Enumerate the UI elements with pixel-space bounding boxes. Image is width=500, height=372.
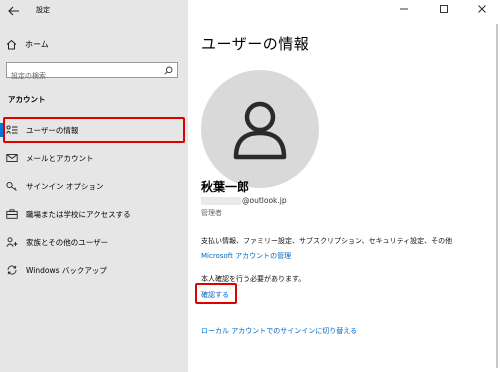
- sidebar-item-user-info[interactable]: ユーザーの情報: [0, 120, 182, 140]
- avatar: [201, 70, 319, 188]
- verify-prompt: 本人確認を行う必要があります。: [201, 275, 306, 283]
- person-add-icon: [6, 237, 18, 247]
- minimize-button[interactable]: [388, 0, 420, 18]
- verify-link[interactable]: 確認する: [201, 290, 229, 300]
- billing-info-text: 支払い情報、ファミリー設定、サブスクリプション、セキュリティ設定、その他: [201, 237, 453, 245]
- sidebar: 設定 ホーム アカウント ユーザーの情報 メールとアカウント: [0, 0, 188, 372]
- search-icon[interactable]: [164, 66, 173, 75]
- sidebar-item-backup[interactable]: Windows バックアップ: [6, 260, 182, 280]
- sidebar-item-label: サインイン オプション: [26, 181, 104, 191]
- sidebar-item-label: ユーザーの情報: [26, 125, 79, 135]
- user-name: 秋葉一郎: [201, 180, 250, 194]
- search-box: [6, 62, 178, 83]
- main-content: ユーザーの情報 秋葉一郎 @outlook.jp 管理者 支払い情報、ファミリー…: [188, 0, 500, 372]
- sidebar-item-label: メールとアカウント: [26, 153, 94, 163]
- key-icon: [6, 181, 17, 191]
- sidebar-item-family[interactable]: 家族とその他のユーザー: [6, 232, 182, 252]
- back-button[interactable]: [6, 3, 22, 17]
- maximize-icon: [440, 5, 448, 13]
- scrollbar[interactable]: [496, 24, 498, 368]
- email-domain: @outlook.jp: [242, 196, 287, 205]
- user-role: 管理者: [201, 209, 222, 217]
- sidebar-item-label: 家族とその他のユーザー: [26, 237, 109, 247]
- home-icon: [6, 39, 17, 49]
- close-button[interactable]: [466, 0, 498, 18]
- app-title: 設定: [36, 6, 50, 14]
- minimize-icon: [400, 8, 408, 10]
- briefcase-icon: [6, 209, 18, 219]
- user-email: @outlook.jp: [201, 196, 287, 205]
- sidebar-item-work-school[interactable]: 職場または学校にアクセスする: [6, 204, 182, 224]
- search-input[interactable]: [7, 69, 157, 83]
- user-info-icon: [6, 125, 18, 134]
- maximize-button[interactable]: [428, 0, 460, 18]
- sidebar-item-mail[interactable]: メールとアカウント: [6, 148, 182, 168]
- mail-icon: [6, 154, 18, 162]
- nav-home[interactable]: ホーム: [6, 36, 176, 52]
- close-icon: [478, 5, 486, 13]
- sync-icon: [7, 265, 17, 275]
- email-redaction: [201, 196, 241, 205]
- back-arrow-icon: [8, 6, 19, 16]
- switch-local-account-link[interactable]: ローカル アカウントでのサインインに切り替える: [201, 326, 357, 336]
- user-avatar-icon: [233, 101, 287, 160]
- sidebar-item-label: Windows バックアップ: [26, 265, 107, 275]
- nav-home-label: ホーム: [25, 39, 49, 49]
- sidebar-item-signin-options[interactable]: サインイン オプション: [6, 176, 182, 196]
- manage-microsoft-account-link[interactable]: Microsoft アカウントの管理: [201, 251, 291, 261]
- section-header: アカウント: [8, 95, 46, 104]
- sidebar-item-label: 職場または学校にアクセスする: [26, 209, 131, 219]
- title-bar: 設定: [0, 0, 188, 20]
- page-title: ユーザーの情報: [201, 35, 310, 53]
